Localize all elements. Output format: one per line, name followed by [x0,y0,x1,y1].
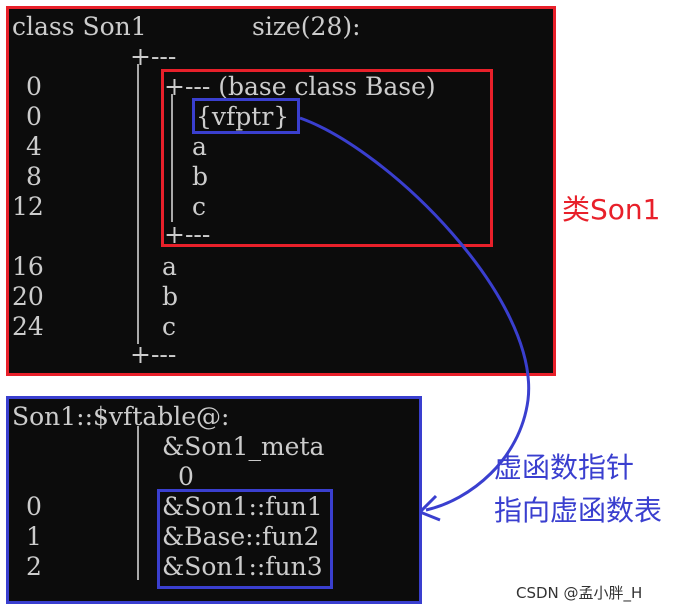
csdn-watermark: CSDN @孟小胖_H [516,584,643,602]
pointer-label-line2: 指向虚函数表 [494,494,663,527]
pointer-label-line1: 虚函数指针 [494,451,635,484]
class-label: 类Son1 [562,193,661,226]
base-class-box [161,69,493,247]
vftable-entries-box [157,489,333,589]
diagram-stage: class Son1 size(28): +--- 0 +--- (base c… [0,0,687,611]
vfptr-box [192,98,300,134]
